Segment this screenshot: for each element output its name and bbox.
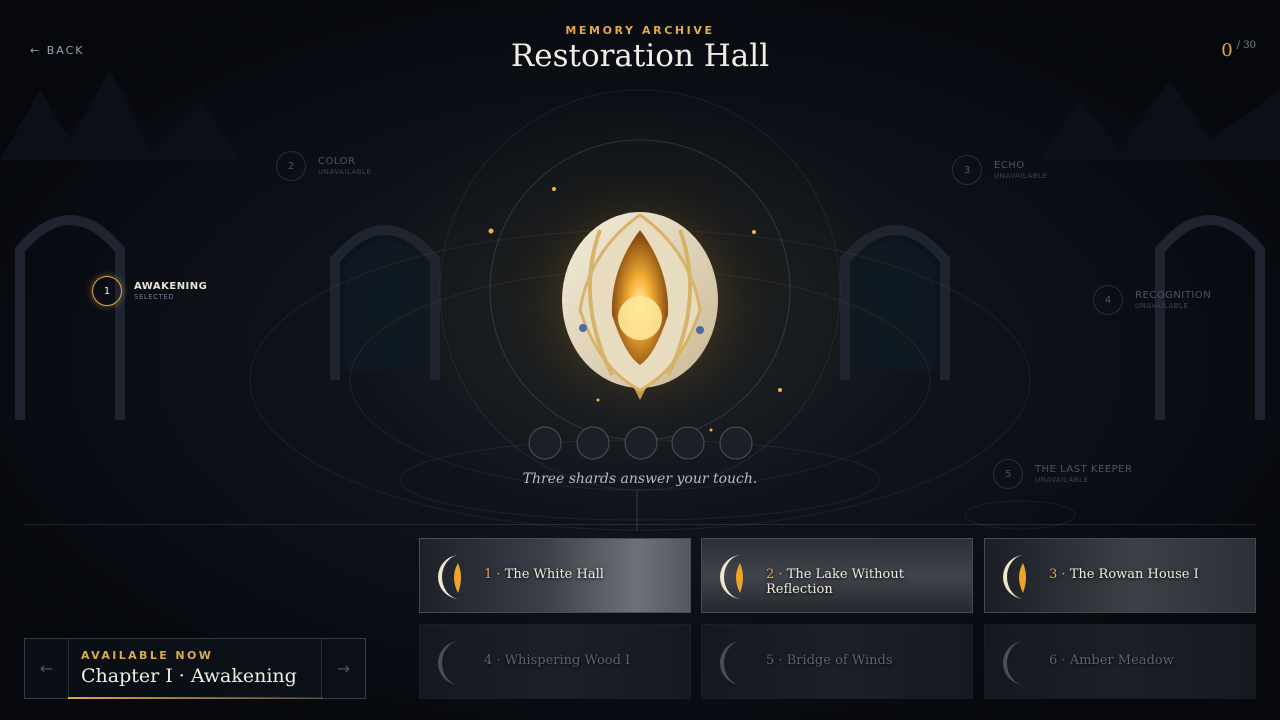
memory-card-5[interactable]: 5 · Bridge of Winds [701, 624, 973, 699]
memory-title: 3 · The Rowan House I [1049, 567, 1199, 582]
node-number: 3 [952, 155, 982, 185]
memory-name: The Rowan House I [1069, 567, 1199, 582]
prev-chapter-button[interactable]: ← [25, 639, 69, 698]
memory-title: 1 · The White Hall [484, 567, 604, 582]
memory-name: The White Hall [504, 567, 604, 582]
memory-card-1[interactable]: 1 · The White Hall [419, 538, 691, 613]
node-number: 4 [1093, 285, 1123, 315]
memory-title: 4 · Whispering Wood I [484, 653, 630, 668]
memory-number: 2 · [766, 567, 783, 582]
node-awakening[interactable]: 1 AWAKENING SELECTED [92, 276, 207, 306]
chapter-selector: ← AVAILABLE NOW Chapter I · Awakening → [24, 638, 366, 699]
memory-card-6[interactable]: 6 · Amber Meadow [984, 624, 1256, 699]
memory-card-3[interactable]: 3 · The Rowan House I [984, 538, 1256, 613]
divider [24, 524, 1256, 525]
memory-number: 1 · [484, 567, 501, 582]
node-status: SELECTED [134, 293, 175, 301]
chapter-underline [68, 697, 323, 699]
memory-number: 4 · [484, 653, 501, 668]
node-name: COLOR [318, 156, 356, 167]
page-title: Restoration Hall [510, 38, 770, 74]
shard-slots [528, 426, 753, 460]
node-echo[interactable]: 3 ECHO UNAVAILABLE [952, 155, 1047, 185]
node-status: UNAVAILABLE [1135, 302, 1189, 310]
node-name: ECHO [994, 160, 1025, 171]
chapter-status: AVAILABLE NOW [81, 649, 214, 662]
memory-card-2[interactable]: 2 · The Lake Without Reflection [701, 538, 973, 613]
memory-title: 2 · The Lake Without Reflection [766, 567, 972, 597]
memory-number: 5 · [766, 653, 783, 668]
node-status: UNAVAILABLE [994, 172, 1048, 180]
next-chapter-button[interactable]: → [321, 639, 365, 698]
node-color[interactable]: 2 COLOR UNAVAILABLE [276, 151, 371, 181]
memory-number: 3 · [1049, 567, 1066, 582]
moon-icon [720, 555, 743, 599]
top-bar: ← BACK MEMORY ARCHIVE Restoration Hall 0… [0, 0, 1280, 90]
relic-caption: Three shards answer your touch. [522, 471, 758, 487]
counter-total: / 30 [1236, 40, 1256, 51]
moon-icon [720, 641, 742, 685]
memory-name: Amber Meadow [1069, 653, 1174, 668]
counter-current: 0 [1221, 40, 1233, 61]
moon-icon [438, 555, 461, 599]
memory-name: The Lake Without Reflection [766, 567, 904, 597]
memory-number: 6 · [1049, 653, 1066, 668]
memory-title: 5 · Bridge of Winds [766, 653, 893, 668]
chapter-name: Chapter I · Awakening [81, 665, 297, 687]
section-eyebrow: MEMORY ARCHIVE [565, 24, 715, 37]
memory-name: Whispering Wood I [504, 653, 631, 668]
node-number: 1 [92, 276, 122, 306]
moon-icon [1003, 641, 1025, 685]
node-recognition[interactable]: 4 RECOGNITION UNAVAILABLE [1093, 285, 1211, 315]
node-number: 2 [276, 151, 306, 181]
memory-counter: 0/ 30 [1221, 40, 1256, 61]
node-name: AWAKENING [134, 281, 208, 292]
moon-icon [1003, 555, 1026, 599]
memory-title: 6 · Amber Meadow [1049, 653, 1174, 668]
moon-icon [438, 641, 460, 685]
node-status: UNAVAILABLE [318, 168, 372, 176]
memory-card-4[interactable]: 4 · Whispering Wood I [419, 624, 691, 699]
node-name: RECOGNITION [1135, 290, 1212, 301]
memory-name: Bridge of Winds [786, 653, 893, 668]
